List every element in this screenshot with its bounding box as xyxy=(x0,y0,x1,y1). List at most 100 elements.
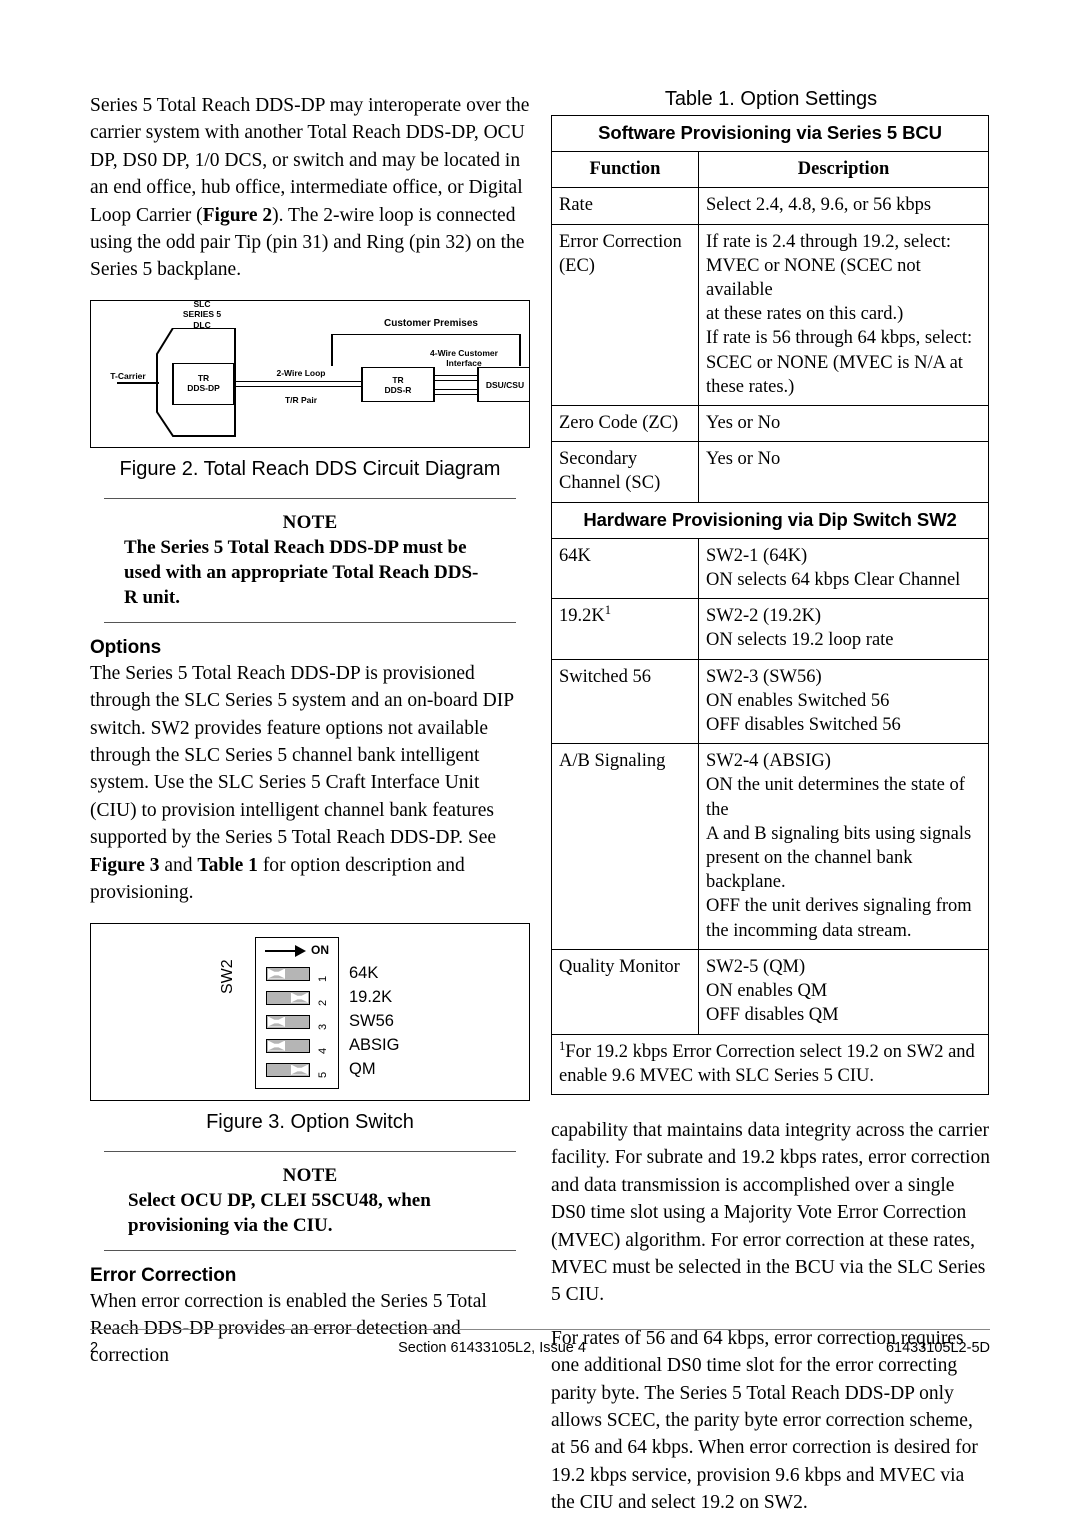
tr-pair-label: T/R Pair xyxy=(284,394,318,405)
dip-switch-2-knob[interactable] xyxy=(291,992,308,1003)
row-description-quality-monitor: SW2-5 (QM) ON enables QM OFF disables QM xyxy=(697,948,990,1035)
note2-line2: provisioning via the CIU. xyxy=(128,1214,333,1236)
table-row: Error Correction (EC) If rate is 2.4 thr… xyxy=(551,223,990,407)
t-carrier-label: T-Carrier xyxy=(110,370,146,381)
dip-switch-5-number: 5 xyxy=(317,1071,329,1078)
customer-premises-label: Customer Premises xyxy=(384,317,478,329)
four-wire-line-1 xyxy=(434,374,478,377)
table-row: Zero Code (ZC) Yes or No xyxy=(551,405,990,443)
right-column: Table 1. Option Settings Software Provis… xyxy=(550,88,991,1533)
figure3-caption: Figure 3. Option Switch xyxy=(206,1110,414,1133)
table1-caption: Table 1. Option Settings xyxy=(664,88,878,110)
dip-switch-5-name: QM xyxy=(349,1059,376,1078)
dip-switch-3[interactable] xyxy=(266,1014,310,1029)
dsu-csu-box-bottom xyxy=(477,400,529,403)
dip-switch-1-name: 64K xyxy=(349,963,379,982)
row-function-64k: 64K xyxy=(551,537,699,600)
customer-premises-bracket-top xyxy=(331,333,521,336)
table-row: Quality Monitor SW2-5 (QM) ON enables QM… xyxy=(551,948,990,1035)
dip-switch-3-number: 3 xyxy=(317,1023,329,1030)
table-footnote-text: For 19.2 kbps Error Correction select 19… xyxy=(559,1041,975,1086)
row-function-rate: Rate xyxy=(551,187,699,225)
options-heading: Options xyxy=(90,636,162,658)
dip-switch-5[interactable] xyxy=(266,1062,310,1077)
row-description-switched-56: SW2-3 (SW56) ON enables Switched 56 OFF … xyxy=(697,658,990,745)
dsu-csu-label: DSU/CSU xyxy=(485,379,525,390)
row-description-secondary-channel: Yes or No xyxy=(697,441,990,503)
table-row: Secondary Channel (SC) Yes or No xyxy=(551,441,990,503)
dip-switch-1[interactable] xyxy=(266,966,310,981)
row-description-64k: SW2-1 (64K) ON selects 64 kbps Clear Cha… xyxy=(697,537,990,600)
row-function-switched-56: Switched 56 xyxy=(551,658,699,745)
row-function-19-2k: 19.2K1 xyxy=(551,598,699,660)
note-block-2: NOTE Select OCU DP, CLEI 5SCU48, when pr… xyxy=(90,1150,530,1251)
dip-switch-2-name: 19.2K xyxy=(349,987,393,1006)
footer-doc-id: 61433105L2-5D xyxy=(885,1340,990,1356)
tr-dds-dp-box-top xyxy=(172,362,235,365)
two-wire-loop-line-top xyxy=(234,380,362,383)
on-arrow-head-icon xyxy=(295,944,306,957)
customer-premises-bracket-right xyxy=(519,333,521,366)
customer-premises-bracket-left xyxy=(331,333,333,366)
dip-switch-1-number: 1 xyxy=(317,975,329,982)
sw2-label: SW2 xyxy=(219,958,236,994)
note1-line1: The Series 5 Total Reach DDS-DP must be xyxy=(124,536,467,558)
row-function-19-2k-text: 19.2K xyxy=(559,606,605,627)
row-description-error-correction: If rate is 2.4 through 19.2, select: MVE… xyxy=(697,223,990,407)
row-function-zero-code: Zero Code (ZC) xyxy=(551,405,699,443)
document-page: Series 5 Total Reach DDS-DP may interope… xyxy=(0,0,1080,1513)
dip-switch-3-name: SW56 xyxy=(349,1011,394,1030)
dip-switch-5-knob[interactable] xyxy=(291,1064,308,1075)
error-correction-heading: Error Correction xyxy=(90,1264,237,1286)
column-header-function: Function xyxy=(551,151,699,189)
table-row: 19.2K1 SW2-2 (19.2K) ON selects 19.2 loo… xyxy=(551,598,990,660)
options-text-b: and xyxy=(159,854,198,876)
hardware-provisioning-banner: Hardware Provisioning via Dip Switch SW2 xyxy=(550,501,990,539)
dip-switch-4-name: ABSIG xyxy=(349,1035,400,1054)
note-block-1: NOTE The Series 5 Total Reach DDS-DP mus… xyxy=(90,497,530,623)
on-arrow-shaft-icon xyxy=(265,949,299,952)
dip-switch-4[interactable] xyxy=(266,1038,310,1053)
table-footnote-row: 1For 19.2 kbps Error Correction select 1… xyxy=(550,1033,990,1095)
figure2-circuit-diagram: T-Carrier SLC SERIES 5 DLC TR DDS-DP 2-W… xyxy=(90,299,530,448)
two-wire-loop-label: 2-Wire Loop xyxy=(276,367,326,378)
four-wire-line-2 xyxy=(434,379,478,382)
table-footnote: 1For 19.2 kbps Error Correction select 1… xyxy=(550,1033,990,1095)
options-table-ref: Table 1 xyxy=(197,854,258,876)
dip-switch-4-number: 4 xyxy=(317,1047,329,1054)
four-wire-customer-interface-label: 4-Wire Customer Interface xyxy=(430,347,498,369)
on-label: ON xyxy=(311,942,329,957)
dip-switch-1-knob[interactable] xyxy=(268,968,285,979)
four-wire-line-4 xyxy=(434,393,478,396)
note1-line3: R unit. xyxy=(124,586,180,608)
tr-dds-r-label: TR DDS-R xyxy=(384,374,412,396)
note1-rule-bottom xyxy=(104,621,516,623)
row-function-error-correction: Error Correction (EC) xyxy=(551,223,699,407)
note1-rule-top xyxy=(104,497,516,499)
note1-title: NOTE xyxy=(282,511,338,533)
row-description-zero-code: Yes or No xyxy=(697,405,990,443)
dip-switch-2-number: 2 xyxy=(317,999,329,1006)
dip-switch-2[interactable] xyxy=(266,990,310,1005)
dip-switch-3-knob[interactable] xyxy=(268,1016,285,1027)
footer-section: Section 61433105L2, Issue 4 xyxy=(398,1340,586,1356)
intro-figure-ref: Figure 2 xyxy=(202,204,273,226)
table-section-header-row-2: Hardware Provisioning via Dip Switch SW2 xyxy=(550,501,990,539)
tr-dds-dp-label: TR DDS-DP xyxy=(187,372,220,394)
on-direction-indicator: ON xyxy=(265,943,335,959)
table-row: 64K SW2-1 (64K) ON selects 64 kbps Clear… xyxy=(551,537,990,600)
note2-rule-bottom xyxy=(104,1249,516,1251)
table-section-header-row: Software Provisioning via Series 5 BCU xyxy=(550,114,990,153)
row-function-ab-signaling: A/B Signaling xyxy=(551,743,699,950)
footer-rule xyxy=(90,1329,990,1330)
note2-line1: Select OCU DP, CLEI 5SCU48, when xyxy=(128,1189,431,1211)
footer-page-number: 2 xyxy=(90,1340,99,1356)
note2-body: Select OCU DP, CLEI 5SCU48, when provisi… xyxy=(128,1188,504,1238)
dip-switch-4-knob[interactable] xyxy=(268,1040,285,1051)
tr-dds-dp-box-bottom xyxy=(172,403,235,406)
row-description-ab-signaling: SW2-4 (ABSIG) ON the unit determines the… xyxy=(697,743,990,950)
tr-dds-r-box-bottom xyxy=(361,400,435,403)
table-row: Rate Select 2.4, 4.8, 9.6, or 56 kbps xyxy=(551,187,990,225)
row-description-rate: Select 2.4, 4.8, 9.6, or 56 kbps xyxy=(697,187,990,225)
table-column-header-row: Function Description xyxy=(551,151,990,189)
